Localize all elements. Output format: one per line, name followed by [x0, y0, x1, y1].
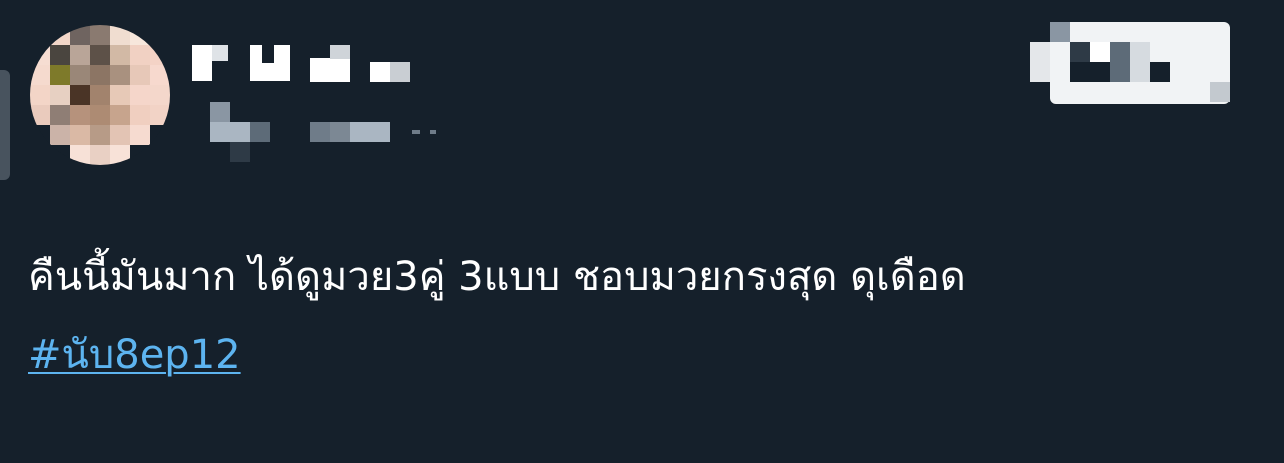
adjacent-element-edge: [0, 70, 10, 180]
avatar[interactable]: [30, 25, 170, 165]
hashtag-link[interactable]: #นับ8ep12: [28, 330, 241, 380]
follow-button-obscured[interactable]: [1030, 22, 1230, 104]
tweet: คืนนี้มันมาก ได้ดูมวย3คู่ 3แบบ ชอบมวยกรง…: [0, 0, 1284, 463]
tweet-text: คืนนี้มันมาก ได้ดูมวย3คู่ 3แบบ ชอบมวยกรง…: [28, 254, 966, 300]
